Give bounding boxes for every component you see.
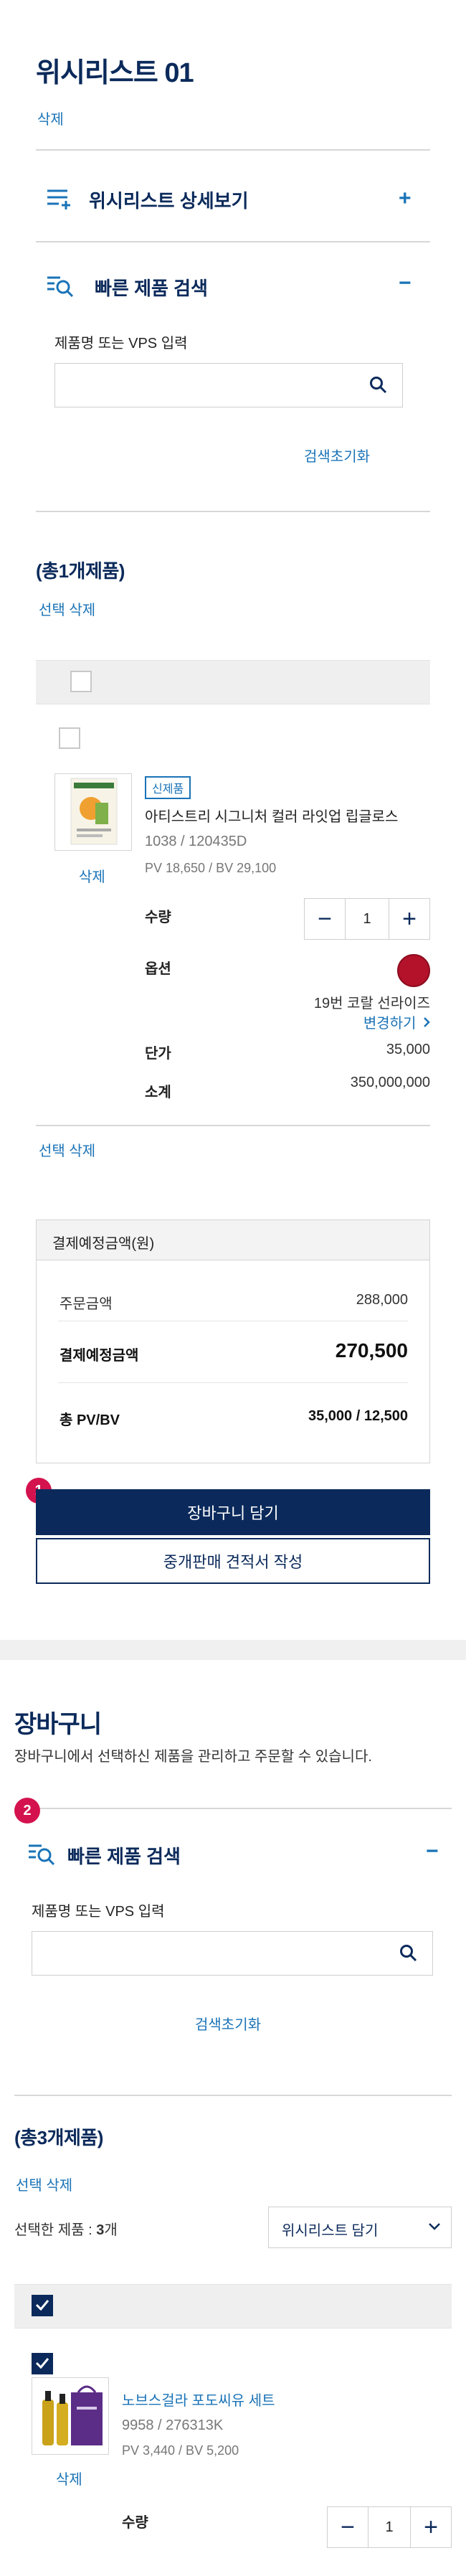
list-icon [47, 188, 72, 209]
add-to-cart-button[interactable]: 장바구니 담기 [36, 1489, 430, 1535]
selected-count: 3 [96, 2222, 105, 2238]
collapse-icon[interactable]: − [399, 273, 412, 294]
qty-minus-button[interactable]: − [305, 899, 345, 939]
search-icon[interactable] [399, 1944, 418, 1963]
order-amount-label: 주문금액 [60, 1296, 113, 1312]
cart-product-code: 9958 / 276313K [122, 2417, 224, 2433]
search-product-icon [47, 275, 75, 298]
product-image[interactable] [54, 773, 132, 851]
cart-item-delete-link[interactable]: 삭제 [56, 2468, 82, 2488]
item-delete-link[interactable]: 삭제 [79, 865, 105, 886]
selected-count-text: 선택한 제품 : 3개 [14, 2218, 118, 2239]
wishlist-delete-link[interactable]: 삭제 [37, 108, 64, 128]
cart-search-reset-link[interactable]: 검색초기화 [195, 2013, 261, 2034]
cart-subtitle: 장바구니에서 선택하신 제품을 관리하고 주문할 수 있습니다. [14, 1749, 372, 1765]
search-reset-link[interactable]: 검색초기화 [304, 445, 370, 466]
selected-prefix: 선택한 제품 : [14, 2222, 97, 2238]
select-delete-link-bottom[interactable]: 선택 삭제 [39, 1139, 95, 1160]
section-separator [0, 1640, 466, 1660]
item-checkbox[interactable] [59, 727, 80, 749]
pvbv-total-label: 총 PV/BV [60, 1412, 120, 1428]
select-delete-link[interactable]: 선택 삭제 [39, 598, 95, 619]
qty-plus-button[interactable]: + [389, 899, 429, 939]
product-count: (총1개제품) [36, 560, 125, 582]
product-pvbv: PV 18,650 / BV 29,100 [145, 861, 277, 875]
search-product-icon [29, 1844, 56, 1866]
divider [36, 149, 430, 151]
search-input[interactable] [54, 363, 403, 407]
cart-qty-label: 수량 [122, 2515, 148, 2531]
list-header [36, 660, 430, 704]
unit-price-value: 35,000 [386, 1042, 430, 1057]
product-name[interactable]: 아티스트리 시그니처 컬러 라잇업 립글로스 [145, 805, 398, 826]
qty-label: 수량 [145, 910, 171, 925]
option-change-label: 변경하기 [363, 1016, 417, 1032]
summary-header: 결제예정금액(원) [52, 1236, 155, 1252]
product-code: 1038 / 120435D [145, 834, 247, 849]
cart-search-label: 제품명 또는 VPS 입력 [32, 1904, 165, 1920]
expand-icon[interactable]: + [399, 188, 412, 209]
new-product-badge: 신제품 [145, 776, 191, 799]
wishlist-select-value: 위시리스트 담기 [282, 2223, 379, 2239]
cart-product-pvbv: PV 3,440 / BV 5,200 [122, 2443, 239, 2458]
cart-product-count: (총3개제품) [14, 2127, 103, 2148]
pvbv-total-value: 35,000 / 12,500 [308, 1408, 408, 1424]
order-amount-value: 288,000 [356, 1292, 408, 1308]
quantity-stepper: − 1 + [304, 898, 430, 940]
cart-list-header [14, 2284, 452, 2329]
cart-quick-search-title[interactable]: 빠른 제품 검색 [67, 1842, 181, 1869]
cart-product-image[interactable] [32, 2377, 109, 2455]
search-icon[interactable] [369, 376, 388, 395]
pay-amount-label: 결제예정금액 [60, 1348, 139, 1364]
page-title: 위시리스트 01 [36, 58, 194, 88]
wishlist-detail-toggle[interactable]: 위시리스트 상세보기 [89, 187, 249, 213]
payment-summary: 결제예정금액(원) 주문금액 288,000 결제예정금액 270,500 총 … [36, 1219, 430, 1463]
cart-select-delete-link[interactable]: 선택 삭제 [16, 2174, 72, 2194]
option-change-link[interactable]: 변경하기 [287, 1011, 430, 1032]
cart-search-input[interactable] [32, 1931, 433, 1976]
step-badge-2: 2 [14, 1798, 40, 1824]
cart-quantity-stepper: − 1 + [327, 2506, 452, 2548]
write-quote-button[interactable]: 중개판매 견적서 작성 [36, 1538, 430, 1584]
divider [14, 1808, 452, 1809]
cart-qty-plus-button[interactable]: + [411, 2507, 451, 2547]
option-color-swatch [397, 954, 430, 987]
option-label: 옵션 [145, 961, 171, 977]
divider [36, 1125, 430, 1126]
selected-suffix: 개 [104, 2222, 118, 2238]
chevron-down-icon [428, 2222, 441, 2235]
select-all-checkbox[interactable] [70, 671, 92, 692]
search-label: 제품명 또는 VPS 입력 [54, 336, 188, 352]
subtotal-label: 소계 [145, 1085, 171, 1100]
collapse-icon[interactable]: − [426, 1841, 439, 1862]
wishlist-add-select[interactable]: 위시리스트 담기 [268, 2207, 452, 2248]
cart-item-checkbox[interactable] [32, 2353, 53, 2374]
unit-price-label: 단가 [145, 1046, 171, 1062]
qty-value[interactable]: 1 [345, 899, 389, 939]
cart-select-all-checkbox[interactable] [32, 2295, 53, 2316]
pay-amount-value: 270,500 [335, 1339, 408, 1362]
cart-qty-minus-button[interactable]: − [328, 2507, 368, 2547]
divider [14, 2095, 452, 2096]
chevron-right-icon [423, 1016, 430, 1032]
quick-search-title[interactable]: 빠른 제품 검색 [95, 274, 208, 301]
cart-qty-value[interactable]: 1 [368, 2507, 411, 2547]
cart-title: 장바구니 [14, 1711, 102, 1738]
divider [36, 241, 430, 242]
divider [36, 511, 430, 512]
cart-product-name[interactable]: 노브스걸라 포도씨유 세트 [122, 2389, 275, 2410]
option-name: 19번 코랄 선라이즈 [313, 996, 430, 1011]
subtotal-value: 350,000,000 [350, 1075, 430, 1090]
